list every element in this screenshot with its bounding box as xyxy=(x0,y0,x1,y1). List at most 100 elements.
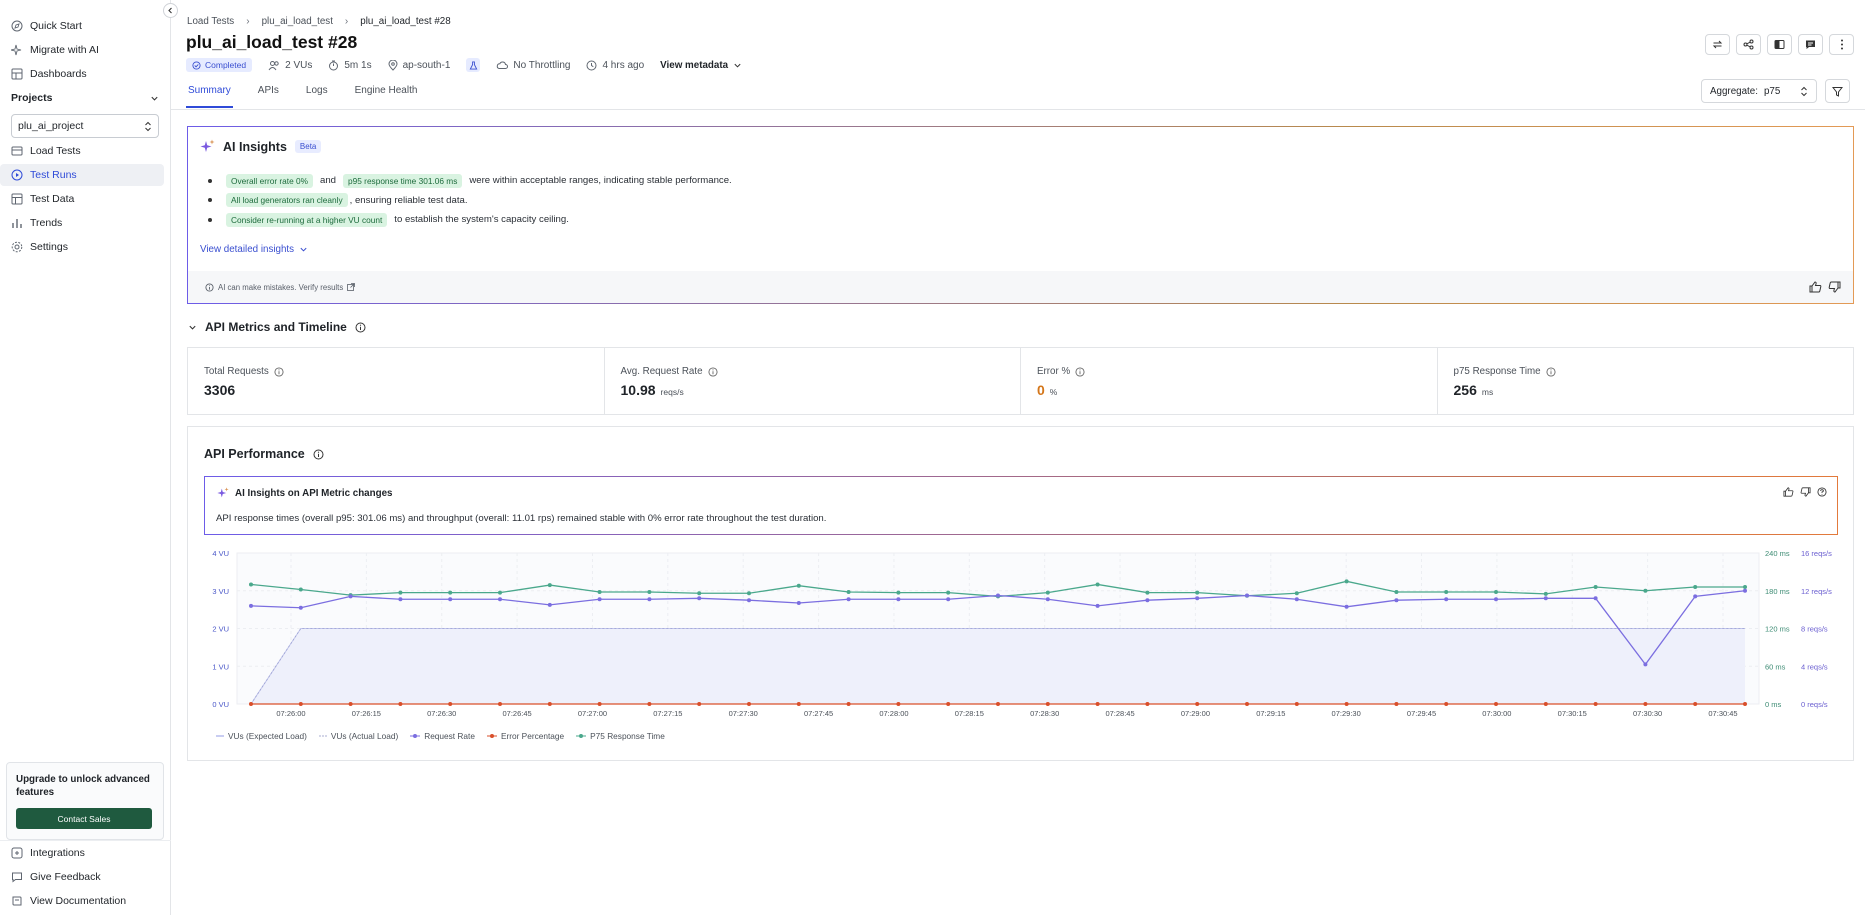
sidebar-item-load-tests[interactable]: Load Tests xyxy=(0,140,164,162)
view-detailed-insights-link[interactable]: View detailed insights xyxy=(200,244,308,255)
x-tick: 07:27:45 xyxy=(804,709,833,718)
info-icon[interactable] xyxy=(274,366,284,377)
breadcrumb-load-test[interactable]: plu_ai_load_test xyxy=(262,16,333,27)
sidebar-item-label: Give Feedback xyxy=(30,871,101,883)
info-icon[interactable] xyxy=(355,322,366,333)
share-button[interactable] xyxy=(1736,34,1761,55)
error-percentage-point xyxy=(697,702,702,706)
info-icon[interactable] xyxy=(1546,366,1556,377)
tab-summary[interactable]: Summary xyxy=(186,85,233,108)
sidebar-item-label: Trends xyxy=(30,217,63,229)
legend-item[interactable]: Error Percentage xyxy=(486,731,564,741)
sparkle-icon xyxy=(11,44,23,56)
error-percentage-point xyxy=(996,702,1000,706)
error-percentage-point xyxy=(1344,702,1349,706)
legend-item[interactable]: P75 Response Time xyxy=(576,731,665,741)
tab-apis[interactable]: APIs xyxy=(256,85,281,108)
p75-response-time-point xyxy=(1294,591,1299,596)
error-percentage-point xyxy=(597,702,602,706)
chevron-down-icon xyxy=(299,245,308,254)
request-rate-point xyxy=(1643,662,1648,667)
error-percentage-point xyxy=(1095,702,1100,706)
request-rate-point xyxy=(1294,597,1299,602)
p75-response-time-point xyxy=(1045,590,1050,595)
tab-logs[interactable]: Logs xyxy=(304,85,330,108)
error-percentage-point xyxy=(846,702,851,706)
vus-meta: 2 VUs xyxy=(268,60,312,71)
insight-pill: Consider re-running at a higher VU count xyxy=(226,212,388,227)
sidebar-item-quick-start[interactable]: Quick Start xyxy=(0,15,164,37)
sidebar-item-settings[interactable]: Settings xyxy=(0,236,164,258)
sidebar-item-test-data[interactable]: Test Data xyxy=(0,188,164,210)
disclaimer: AI can make mistakes. Verify results xyxy=(205,283,356,292)
p75-response-time-point xyxy=(1444,590,1449,595)
view-metadata-label: View metadata xyxy=(660,59,729,71)
error-percentage-point xyxy=(1693,702,1698,706)
y-left-tick: 3 VU xyxy=(212,587,229,596)
metric-card-error-percent: Error % 0% xyxy=(1021,348,1438,414)
comments-button[interactable] xyxy=(1798,34,1823,55)
sidebar-item-integrations[interactable]: Integrations xyxy=(0,842,164,864)
sidebar-item-label: View Documentation xyxy=(30,895,127,907)
sidebar: Quick Start Migrate with AI Dashboards P… xyxy=(0,0,171,915)
more-vertical-icon xyxy=(1840,39,1844,50)
thumbs-down-icon[interactable] xyxy=(1828,281,1841,293)
insight-pill: Overall error rate 0% xyxy=(226,173,314,188)
legend-item[interactable]: VUs (Expected Load) xyxy=(216,731,307,741)
metrics-section-header[interactable]: API Metrics and Timeline xyxy=(188,320,366,334)
cloud-icon xyxy=(496,60,509,70)
legend-item[interactable]: Request Rate xyxy=(410,731,475,741)
duration-meta: 5m 1s xyxy=(328,60,372,71)
sidebar-item-test-runs[interactable]: Test Runs xyxy=(0,164,164,186)
sidebar-item-label: Dashboards xyxy=(30,68,87,80)
info-icon[interactable] xyxy=(708,366,718,377)
time-meta: 4 hrs ago xyxy=(586,60,644,71)
api-performance-chart[interactable]: 0 VU 0 ms 0 reqs/s 1 VU 60 ms 4 reqs/s 2 VU 120… xyxy=(188,427,1855,762)
error-percentage-point xyxy=(1245,702,1249,706)
sidebar-item-documentation[interactable]: View Documentation xyxy=(0,890,164,912)
sidebar-item-give-feedback[interactable]: Give Feedback xyxy=(0,866,164,888)
aggregate-select[interactable]: Aggregate: p75 xyxy=(1701,79,1817,103)
error-percentage-point xyxy=(1743,702,1747,706)
x-tick: 07:27:00 xyxy=(578,709,607,718)
sidebar-item-migrate[interactable]: Migrate with AI xyxy=(0,39,164,61)
legend-item[interactable]: VUs (Actual Load) xyxy=(318,731,398,741)
breadcrumb-load-tests[interactable]: Load Tests xyxy=(187,16,234,27)
disclaimer-text[interactable]: AI can make mistakes. Verify results xyxy=(218,283,343,292)
collapse-sidebar-button[interactable] xyxy=(163,3,178,18)
request-rate-point xyxy=(249,603,253,608)
time-value: 4 hrs ago xyxy=(602,59,645,71)
sidebar-item-trends[interactable]: Trends xyxy=(0,212,164,234)
tab-engine-health[interactable]: Engine Health xyxy=(353,85,420,108)
p75-response-time-point xyxy=(747,591,751,596)
compare-button[interactable] xyxy=(1767,34,1792,55)
project-select[interactable]: plu_ai_project xyxy=(11,114,159,138)
projects-header[interactable]: Projects xyxy=(11,92,159,104)
location-pin-icon xyxy=(388,59,398,71)
p75-response-time-point xyxy=(1593,584,1598,589)
p75-response-time-point xyxy=(1743,584,1747,589)
bullet-dot xyxy=(208,198,212,203)
request-rate-point xyxy=(896,597,901,602)
chevron-down-icon xyxy=(150,94,159,103)
external-link-icon xyxy=(347,283,356,291)
error-percentage-point xyxy=(896,702,901,706)
sidebar-item-dashboards[interactable]: Dashboards xyxy=(0,63,164,85)
run-meta: Completed 2 VUs 5m 1s ap-south-1 No Thro… xyxy=(186,58,742,72)
insight-text: and xyxy=(320,175,337,187)
thumbs-up-icon[interactable] xyxy=(1809,281,1822,293)
error-percentage-point xyxy=(946,702,951,706)
p75-response-time-point xyxy=(1494,590,1498,595)
view-metadata-button[interactable]: View metadata xyxy=(660,60,742,71)
more-button[interactable] xyxy=(1829,34,1854,55)
contact-sales-button[interactable]: Contact Sales xyxy=(16,808,152,829)
error-percentage-point xyxy=(1593,702,1598,706)
rerun-button[interactable] xyxy=(1705,34,1730,55)
api-performance-card: API Performance AI Insights on API Metri… xyxy=(187,426,1854,761)
metrics-row: Total Requests 3306 Avg. Request Rate 10… xyxy=(187,347,1854,415)
chevron-down-icon xyxy=(188,323,197,332)
filter-button[interactable] xyxy=(1825,79,1850,103)
x-tick: 07:28:00 xyxy=(879,709,908,718)
p75-response-time-point xyxy=(1095,582,1100,587)
info-icon[interactable] xyxy=(1075,366,1085,377)
